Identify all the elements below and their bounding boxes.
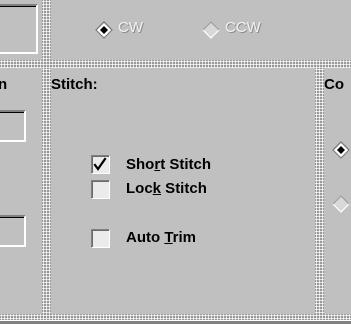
right-panel-title: Co <box>324 76 344 93</box>
auto-trim-mnemonic: T <box>164 229 173 246</box>
checkmark-icon <box>93 157 107 171</box>
short-stitch-label-part: Sho <box>126 156 155 173</box>
top-toolbar <box>0 0 351 60</box>
auto-trim-label-rest: rim <box>172 229 197 246</box>
top-vertical-divider <box>42 0 51 60</box>
left-vertical-divider <box>42 68 51 314</box>
lock-stitch-label-rest: Stitch <box>161 180 207 197</box>
short-stitch-checkbox[interactable] <box>91 155 110 174</box>
radio-ccw[interactable] <box>202 21 220 39</box>
auto-trim-label-part: Auto <box>126 229 165 246</box>
left-panel <box>0 68 42 314</box>
radio-ccw-label: CCW <box>225 19 261 36</box>
short-stitch-label: Short Stitch <box>126 156 211 173</box>
lock-stitch-mnemonic: k <box>152 180 162 197</box>
bottom-shadow-line <box>0 320 351 324</box>
right-panel <box>324 68 351 314</box>
radio-cw[interactable] <box>95 21 113 39</box>
left-panel-title: n <box>0 76 8 93</box>
diamond-radio-empty-icon <box>332 195 350 213</box>
lock-stitch-label: Lock Stitch <box>126 180 207 197</box>
diamond-radio-empty-icon <box>202 21 220 39</box>
auto-trim-checkbox[interactable] <box>91 229 110 248</box>
left-field-1[interactable] <box>0 110 26 142</box>
auto-trim-label: Auto Trim <box>126 229 196 246</box>
diamond-radio-filled-icon <box>332 141 350 159</box>
diamond-radio-filled-icon <box>95 21 113 39</box>
top-left-field[interactable] <box>0 4 38 54</box>
short-stitch-label-rest: t Stitch <box>160 156 212 173</box>
stitch-title: Stitch: <box>51 76 98 93</box>
radio-cw-label: CW <box>118 19 143 36</box>
right-vertical-divider <box>315 68 324 314</box>
left-field-2[interactable] <box>0 215 26 247</box>
top-horizontal-divider <box>0 60 351 68</box>
right-radio-1[interactable] <box>332 141 350 159</box>
right-radio-2[interactable] <box>332 195 350 213</box>
lock-stitch-checkbox[interactable] <box>91 180 110 199</box>
lock-stitch-label-part: Loc <box>126 180 153 197</box>
